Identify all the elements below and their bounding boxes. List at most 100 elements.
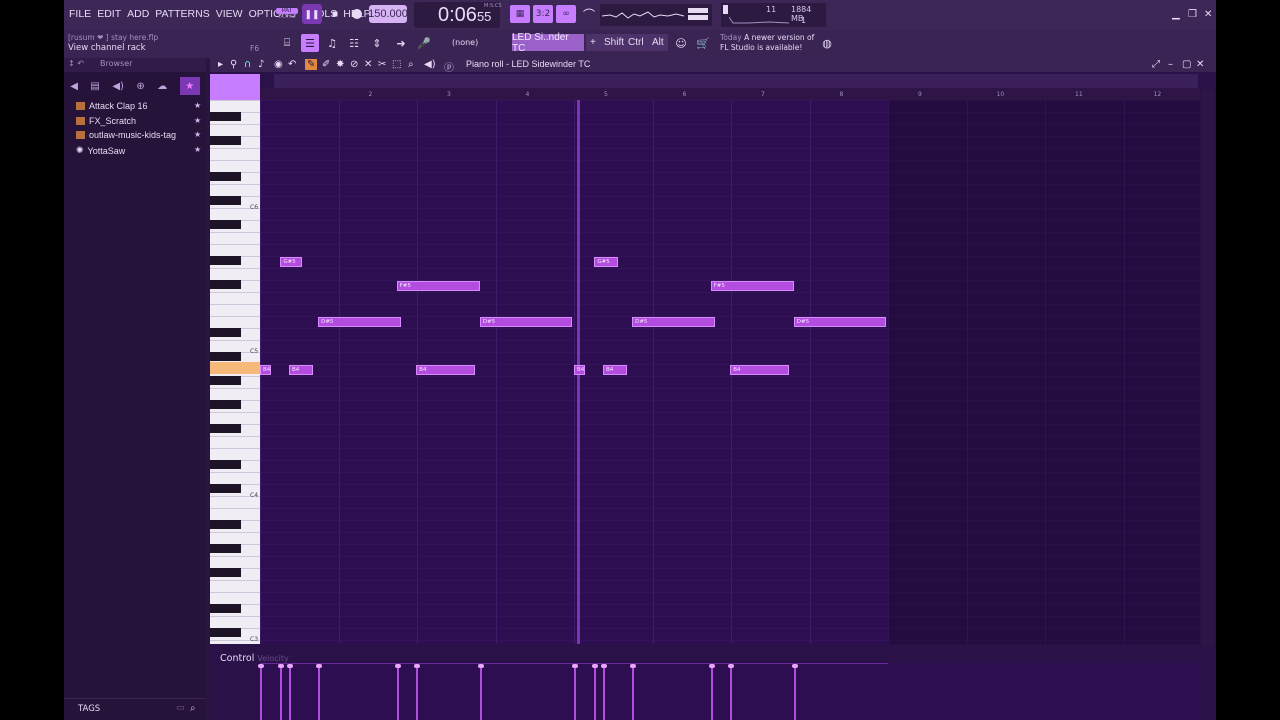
star-icon[interactable]: ★	[194, 101, 201, 110]
menu-view[interactable]: VIEW	[216, 8, 243, 20]
velocity-handle[interactable]	[394, 664, 401, 668]
velocity-bar[interactable]	[316, 664, 323, 720]
favorites-icon[interactable]: ★	[179, 77, 200, 95]
countdown-icon[interactable]: 3:2	[533, 5, 553, 23]
velocity-bar[interactable]	[258, 664, 264, 720]
add-channel-button[interactable]: +	[586, 34, 600, 51]
cloud-icon[interactable]: ☁	[157, 81, 167, 92]
note-icon[interactable]: ♪	[258, 59, 264, 70]
velocity-bar[interactable]	[601, 664, 608, 720]
velocity-lane[interactable]	[258, 663, 1200, 720]
browser-arrows-icon[interactable]: ↕ ↶	[68, 59, 84, 68]
slice-icon[interactable]: ✂	[378, 59, 386, 70]
note-grid[interactable]: G#5 F#5 D#5 D#5 B4 B4 B4 B4 G#5 B4 D#5 F#5 B4 D#5	[260, 100, 1200, 644]
metronome-icon[interactable]: ⌒	[580, 5, 598, 23]
velocity-handle[interactable]	[477, 664, 484, 668]
velocity-bar[interactable]	[592, 664, 599, 720]
menu-edit[interactable]: EDIT	[97, 8, 121, 20]
black-key[interactable]	[210, 424, 241, 433]
note[interactable]: D#5	[793, 317, 887, 327]
record-button[interactable]	[348, 4, 366, 24]
black-key[interactable]	[210, 484, 241, 493]
mute-icon[interactable]: ✕	[364, 59, 372, 70]
velocity-bar[interactable]	[394, 664, 401, 720]
black-key[interactable]	[210, 520, 241, 529]
piano-keyboard[interactable]: C6 C5 C4 C3	[210, 100, 260, 644]
velocity-handle[interactable]	[630, 664, 637, 668]
note[interactable]: F#5	[396, 281, 480, 291]
velocity-handle[interactable]	[287, 664, 294, 668]
velocity-handle[interactable]	[572, 664, 578, 668]
black-key[interactable]	[210, 568, 241, 577]
channel-icon[interactable]: ⓟ	[444, 59, 454, 74]
note[interactable]: B4	[574, 365, 585, 375]
maximize-icon[interactable]: ▢	[1182, 59, 1191, 70]
velocity-bar[interactable]	[728, 664, 735, 720]
highlighted-key[interactable]	[210, 362, 260, 374]
menu-patterns[interactable]: PATTERNS	[155, 8, 209, 20]
velocity-handle[interactable]	[708, 664, 715, 668]
black-key[interactable]	[210, 256, 241, 265]
select-icon[interactable]: ⬚	[392, 59, 401, 70]
menu-file[interactable]: FILE	[69, 8, 91, 20]
velocity-bar[interactable]	[278, 664, 285, 720]
zoom-icon[interactable]: ⌕	[408, 59, 414, 70]
black-key[interactable]	[210, 196, 241, 205]
black-key[interactable]	[210, 136, 241, 145]
black-key[interactable]	[210, 460, 241, 469]
note[interactable]: B4	[260, 365, 271, 375]
note[interactable]: F#5	[710, 281, 794, 291]
snap-icon[interactable]: ∩	[244, 59, 251, 70]
black-key[interactable]	[210, 544, 241, 553]
detach-icon[interactable]: ⤢	[1152, 59, 1160, 70]
arrow-right-icon[interactable]: ▸	[218, 59, 223, 70]
file-icon[interactable]: ▤	[90, 81, 99, 92]
velocity-bar[interactable]	[287, 664, 294, 720]
typing-keyboard-icon[interactable]: ▦	[510, 5, 530, 23]
note[interactable]: D#5	[479, 317, 573, 327]
channel-selector[interactable]: LED Si..nder TC	[512, 32, 584, 54]
black-key[interactable]	[210, 328, 241, 337]
black-key[interactable]	[210, 400, 241, 409]
back-icon[interactable]: ◀	[70, 81, 78, 92]
black-key[interactable]	[210, 352, 241, 361]
piano-roll-icon[interactable]: ♫	[323, 34, 341, 52]
search-icon[interactable]: ⌕	[190, 703, 196, 714]
black-key[interactable]	[210, 280, 241, 289]
loop-record-icon[interactable]: ∞	[556, 5, 576, 23]
star-icon[interactable]: ★	[194, 145, 201, 154]
note[interactable]: B4	[289, 365, 314, 375]
note[interactable]: B4	[603, 365, 628, 375]
pause-button[interactable]: ❚❚	[302, 4, 322, 24]
velocity-handle[interactable]	[278, 664, 285, 668]
note-preview-tab[interactable]	[210, 74, 260, 100]
note[interactable]: B4	[416, 365, 476, 375]
velocity-handle[interactable]	[414, 664, 421, 668]
globe-icon[interactable]: ◍	[818, 34, 836, 52]
velocity-handle[interactable]	[258, 664, 264, 668]
speaker-icon[interactable]: ◀)	[424, 59, 436, 70]
note[interactable]: B4	[730, 365, 790, 375]
minimize-icon[interactable]: ▁	[1172, 9, 1180, 20]
news-panel[interactable]: Today A newer version of FL Studio is av…	[720, 33, 820, 53]
magnet-icon[interactable]: ⚲	[230, 59, 237, 70]
minimize-icon[interactable]: –	[1168, 59, 1173, 70]
record-icon[interactable]: ◉	[274, 59, 283, 70]
browser-item[interactable]: outlaw-music-kids-tag	[76, 130, 176, 140]
vertical-scrollbar[interactable]	[1202, 90, 1214, 646]
mixer-sliders-icon[interactable]: ⇕	[368, 34, 386, 52]
microphone-icon[interactable]: 🎤	[415, 34, 433, 52]
black-key[interactable]	[210, 172, 241, 181]
note[interactable]: G#5	[280, 257, 303, 267]
velocity-bar[interactable]	[477, 664, 484, 720]
menu-add[interactable]: ADD	[127, 8, 149, 20]
black-key[interactable]	[210, 628, 241, 637]
speaker-icon[interactable]: ◀)	[112, 81, 124, 92]
pattern-selector[interactable]: (none)	[452, 38, 478, 47]
velocity-bar[interactable]	[791, 664, 798, 720]
velocity-bar[interactable]	[572, 664, 578, 720]
velocity-handle[interactable]	[601, 664, 608, 668]
close-icon[interactable]: ✕	[1204, 9, 1212, 20]
stamp-icon[interactable]: ✸	[336, 59, 344, 70]
channel-rack-icon[interactable]: ☰	[301, 34, 319, 52]
